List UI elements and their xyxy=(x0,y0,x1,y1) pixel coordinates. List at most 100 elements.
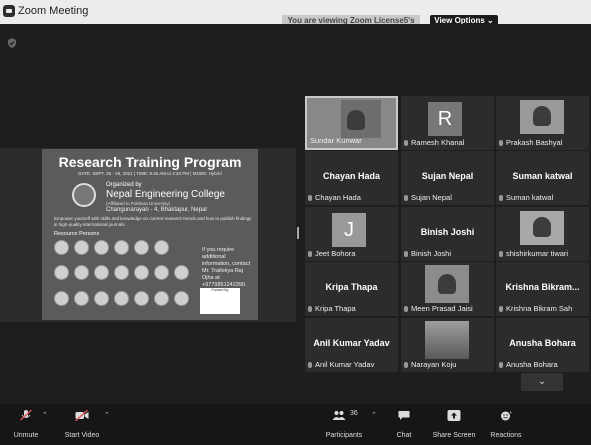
participant-display-name: Kripa Thapa xyxy=(325,282,378,292)
resource-person-photo xyxy=(94,265,109,280)
chevron-up-icon[interactable]: ⌃ xyxy=(42,411,48,419)
meeting-toolbar: Unmute ⌃ Start Video ⌃ 36 Participants ⌃… xyxy=(0,404,591,445)
participant-tile[interactable]: Binish Joshi Binish Joshi xyxy=(401,207,494,261)
chevron-up-icon[interactable]: ⌃ xyxy=(371,411,377,419)
shared-slide: Research Training Program DATE: SEPT. 26… xyxy=(42,149,258,320)
video-off-icon xyxy=(75,410,89,421)
resource-person-photo xyxy=(94,291,109,306)
slide-resource-label: Resource Persons xyxy=(54,231,100,237)
chat-label: Chat xyxy=(396,432,412,439)
participant-tile[interactable]: Krishna Bikram... Krishna Bikram Sah xyxy=(496,262,589,316)
mic-muted-icon xyxy=(499,251,503,257)
gallery-next-page-button[interactable]: ⌄ xyxy=(521,373,563,391)
mic-muted-icon xyxy=(499,362,503,368)
mic-muted-icon xyxy=(308,251,312,257)
resource-person-photo xyxy=(114,265,129,280)
participants-count: 36 xyxy=(350,410,358,417)
mic-muted-icon xyxy=(499,140,503,146)
participant-name: Kripa Thapa xyxy=(315,304,356,313)
participant-tile[interactable]: Anil Kumar Yadav Anil Kumar Yadav xyxy=(305,318,398,372)
start-video-label: Start Video xyxy=(64,432,100,439)
resource-person-photo xyxy=(134,291,149,306)
unmute-button[interactable]: Unmute xyxy=(8,404,44,445)
participants-button[interactable]: 36 Participants xyxy=(320,404,368,445)
participant-tile[interactable]: Narayan Koju xyxy=(401,318,494,372)
participant-name: Binish Joshi xyxy=(411,249,452,258)
shield-icon[interactable] xyxy=(7,38,17,48)
person-silhouette xyxy=(533,106,551,126)
unmute-label: Unmute xyxy=(13,432,39,439)
person-silhouette xyxy=(347,110,365,130)
resource-person-photo xyxy=(54,240,69,255)
mic-muted-icon xyxy=(308,306,312,312)
participant-name-label: Anusha Bohara xyxy=(499,360,558,369)
resource-person-photo xyxy=(94,240,109,255)
participant-avatar: J xyxy=(332,213,366,247)
chevron-up-icon[interactable]: ⌃ xyxy=(104,411,110,419)
participant-tile[interactable]: Sujan Nepal Sujan Nepal xyxy=(401,151,494,205)
participants-label: Participants xyxy=(325,432,363,439)
chat-button[interactable]: Chat xyxy=(388,404,420,445)
participant-name: Sundar Kunwar xyxy=(310,136,362,145)
svg-text:+: + xyxy=(509,410,512,415)
resource-person-photo xyxy=(134,240,149,255)
participant-display-name: Binish Joshi xyxy=(420,227,475,237)
participant-name-label: Sundar Kunwar xyxy=(310,136,362,145)
participant-name-label: Jeet Bohora xyxy=(308,249,355,258)
participant-name-label: Anil Kumar Yadav xyxy=(308,360,374,369)
resource-person-photo xyxy=(74,291,89,306)
participant-display-name: Krishna Bikram... xyxy=(505,282,580,292)
participant-name: Ramesh Khanal xyxy=(411,138,465,147)
participant-tile[interactable]: R Ramesh Khanal xyxy=(401,96,494,150)
resource-person-photo xyxy=(174,291,189,306)
resource-person-photo xyxy=(134,265,149,280)
resource-person-photo xyxy=(174,265,189,280)
mic-muted-icon xyxy=(404,140,408,146)
mic-muted-icon xyxy=(499,195,503,201)
slide-location: Changunarayan - 4, Bhaktapur, Nepal xyxy=(106,207,207,213)
resource-person-photo xyxy=(74,265,89,280)
mic-muted-icon xyxy=(20,410,32,421)
slide-organized-by: Organized by xyxy=(106,182,142,188)
participant-tile[interactable]: Prakash Bashyal xyxy=(496,96,589,150)
slide-description: Empower yourself with skills and knowled… xyxy=(54,216,252,227)
participant-tile[interactable]: Suman katwal Suman katwal xyxy=(496,151,589,205)
participant-name-label: Ramesh Khanal xyxy=(404,138,464,147)
participant-name: Chayan Hada xyxy=(315,193,361,202)
zoom-camera-icon xyxy=(3,5,15,17)
participant-name-label: Chayan Hada xyxy=(308,193,361,202)
participant-name: Suman katwal xyxy=(506,193,554,202)
participant-tile[interactable]: shishirkumar tiwari xyxy=(496,207,589,261)
participant-name: Anil Kumar Yadav xyxy=(315,360,375,369)
start-video-button[interactable]: Start Video xyxy=(60,404,104,445)
reactions-button[interactable]: + Reactions xyxy=(486,404,526,445)
slide-contact: If you require additional information, c… xyxy=(202,247,250,288)
share-screen-button[interactable]: Share Screen xyxy=(430,404,478,445)
participant-tile[interactable]: Sundar Kunwar xyxy=(305,96,398,150)
resource-person-photo xyxy=(154,265,169,280)
slide-affiliation: (Affiliated to Pokhara University) xyxy=(106,201,171,206)
chevron-down-icon: ⌄ xyxy=(537,376,547,387)
participant-name-label: shishirkumar tiwari xyxy=(499,249,568,258)
participant-name-label: Kripa Thapa xyxy=(308,304,356,313)
mic-muted-icon xyxy=(404,251,408,257)
participant-name: Anusha Bohara xyxy=(506,360,558,369)
participant-tile[interactable]: Chayan Hada Chayan Hada xyxy=(305,151,398,205)
mic-muted-icon xyxy=(308,195,312,201)
participant-tile[interactable]: Meen Prasad Jaisi xyxy=(401,262,494,316)
share-arrow-icon xyxy=(447,410,461,421)
participant-display-name: Anil Kumar Yadav xyxy=(313,338,390,348)
mic-muted-icon xyxy=(404,195,408,201)
slide-title: Research Training Program xyxy=(58,154,242,170)
participant-name-label: Prakash Bashyal xyxy=(499,138,562,147)
participant-name: Narayan Koju xyxy=(411,360,457,369)
participant-display-name: Anusha Bohara xyxy=(509,338,576,348)
resource-person-photo xyxy=(74,240,89,255)
participant-tile[interactable]: Kripa Thapa Kripa Thapa xyxy=(305,262,398,316)
participant-tile[interactable]: Anusha Bohara Anusha Bohara xyxy=(496,318,589,372)
participant-name: Sujan Nepal xyxy=(411,193,452,202)
participant-display-name: Sujan Nepal xyxy=(421,171,474,181)
participant-tile[interactable]: J Jeet Bohora xyxy=(305,207,398,261)
participant-name-label: Binish Joshi xyxy=(404,249,451,258)
split-view-handle[interactable] xyxy=(297,227,299,239)
